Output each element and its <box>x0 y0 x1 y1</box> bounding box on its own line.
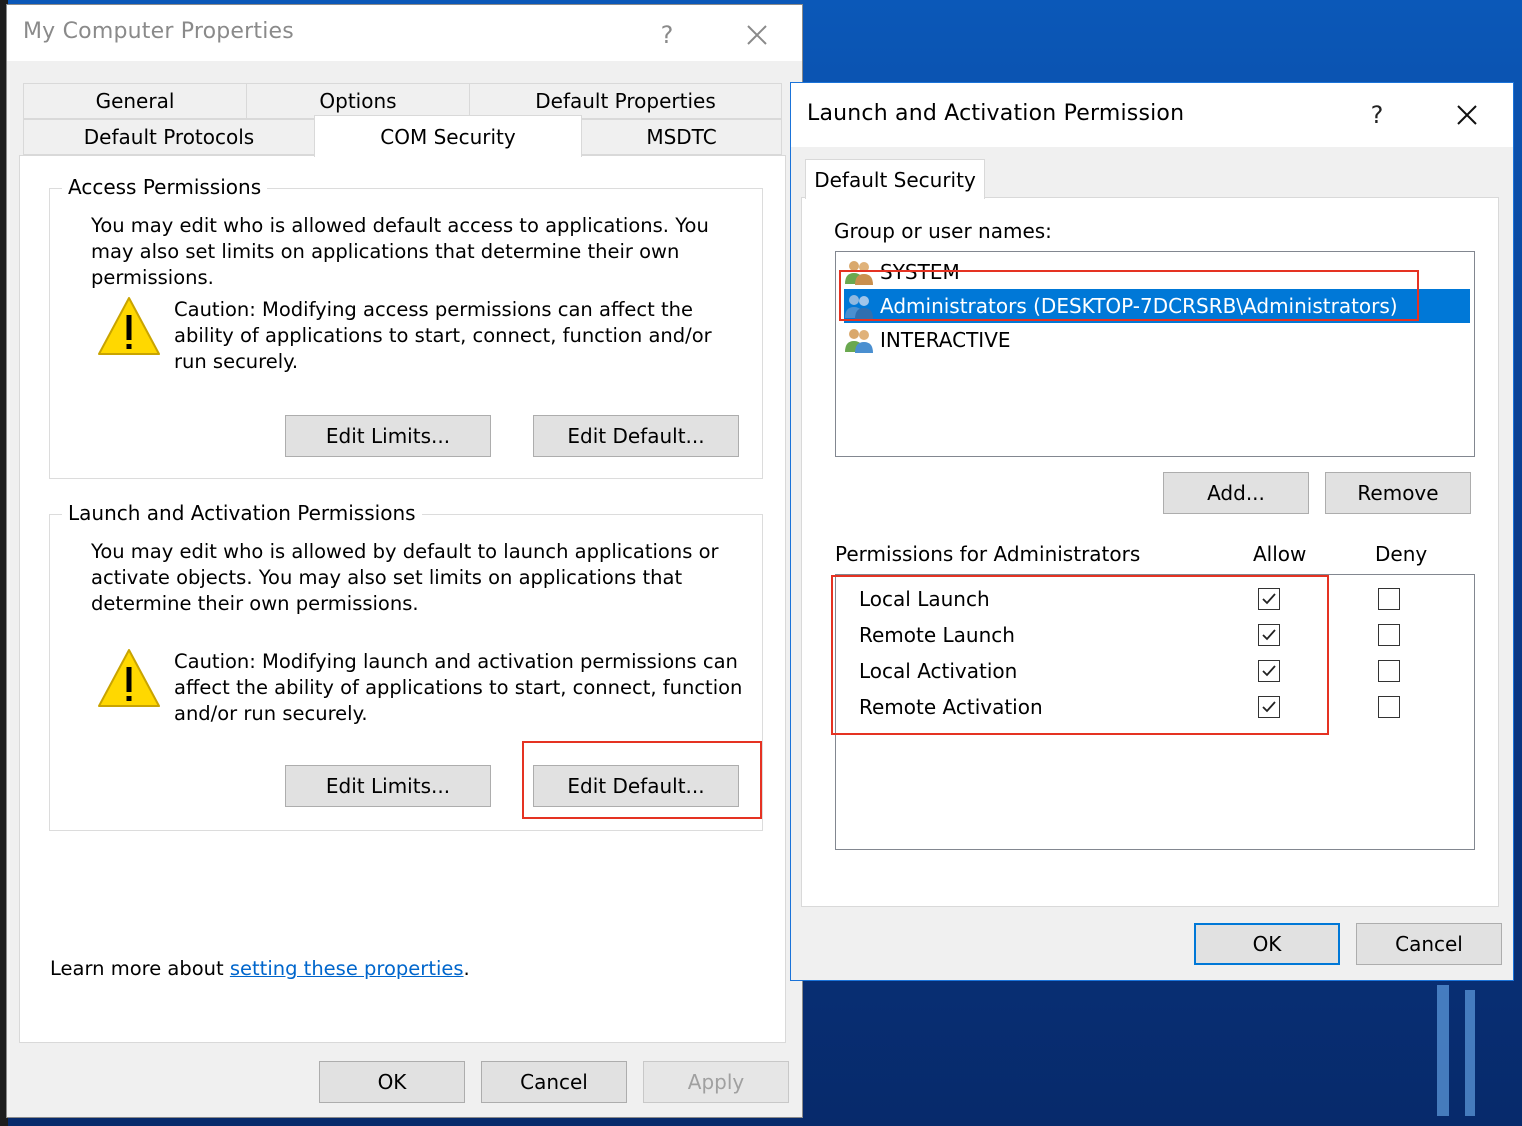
com-security-panel: Access Permissions You may edit who is a… <box>19 155 786 1043</box>
apply-button[interactable]: Apply <box>643 1061 789 1103</box>
remove-button[interactable]: Remove <box>1325 472 1471 514</box>
help-button[interactable]: ? <box>647 15 687 55</box>
deny-checkbox-remote-activation[interactable] <box>1378 696 1400 718</box>
dialog-close-button[interactable] <box>1447 95 1487 135</box>
access-permissions-title: Access Permissions <box>62 175 268 199</box>
desktop-light-ray <box>1465 990 1475 1116</box>
tab-default-security[interactable]: Default Security <box>805 159 985 199</box>
learn-more-suffix: . <box>463 957 470 980</box>
launch-edit-limits-button[interactable]: Edit Limits... <box>285 765 491 807</box>
tab-com-security[interactable]: COM Security <box>314 115 582 157</box>
cancel-button[interactable]: Cancel <box>481 1061 627 1103</box>
deny-checkbox-remote-launch[interactable] <box>1378 624 1400 646</box>
highlight-box-allow-permissions <box>831 575 1329 735</box>
list-item[interactable]: INTERACTIVE <box>844 323 1464 357</box>
tab-default-protocols[interactable]: Default Protocols <box>23 119 315 155</box>
warning-icon <box>98 297 160 355</box>
dialog-title: Launch and Activation Permission <box>807 101 1185 126</box>
desktop-light-ray <box>1437 985 1449 1116</box>
my-computer-properties-window: My Computer Properties ? General Options… <box>6 4 803 1118</box>
close-icon <box>747 25 767 45</box>
dialog-cancel-button[interactable]: Cancel <box>1356 923 1502 965</box>
tab-msdtc[interactable]: MSDTC <box>581 119 782 155</box>
launch-caution-text: Caution: Modifying launch and activation… <box>174 650 743 725</box>
add-button[interactable]: Add... <box>1163 472 1309 514</box>
deny-checkbox-local-launch[interactable] <box>1378 588 1400 610</box>
tab-general[interactable]: General <box>23 83 247 119</box>
allow-column-header: Allow <box>1253 542 1307 566</box>
user-name: INTERACTIVE <box>880 328 1011 352</box>
window-body: General Options Default Properties Defau… <box>7 61 802 1117</box>
dialog-ok-button[interactable]: OK <box>1194 923 1340 965</box>
highlight-box-edit-default <box>522 741 762 819</box>
close-icon <box>1457 105 1477 125</box>
launch-description: You may edit who is allowed by default t… <box>91 540 719 615</box>
learn-more-prefix: Learn more about <box>50 957 230 980</box>
launch-activation-title: Launch and Activation Permissions <box>62 501 422 525</box>
title-bar: My Computer Properties ? <box>7 5 802 61</box>
access-edit-limits-button[interactable]: Edit Limits... <box>285 415 491 457</box>
default-security-panel: Group or user names: SYSTEM Administrato… <box>801 197 1499 907</box>
permissions-for-label: Permissions for Administrators <box>835 542 1141 566</box>
learn-more-text: Learn more about setting these propertie… <box>50 956 750 982</box>
dialog-title-bar: Launch and Activation Permission ? <box>791 83 1513 147</box>
deny-checkbox-local-activation[interactable] <box>1378 660 1400 682</box>
setting-properties-link[interactable]: setting these properties <box>230 957 464 980</box>
tab-default-properties[interactable]: Default Properties <box>469 83 782 119</box>
window-title: My Computer Properties <box>23 19 294 44</box>
deny-column-header: Deny <box>1375 542 1428 566</box>
access-edit-default-button[interactable]: Edit Default... <box>533 415 739 457</box>
warning-icon <box>98 649 160 707</box>
tab-options[interactable]: Options <box>246 83 470 119</box>
launch-activation-permissions-group: Launch and Activation Permissions You ma… <box>49 501 763 831</box>
access-permissions-group: Access Permissions You may edit who is a… <box>49 175 763 479</box>
access-description: You may edit who is allowed default acce… <box>91 214 709 289</box>
user-group-icon <box>845 329 873 353</box>
ok-button[interactable]: OK <box>319 1061 465 1103</box>
close-button[interactable] <box>737 15 777 55</box>
highlight-box-administrators <box>839 270 1419 321</box>
group-or-user-names-label: Group or user names: <box>834 219 1052 243</box>
access-caution-text: Caution: Modifying access permissions ca… <box>174 298 712 373</box>
launch-activation-permission-dialog: Launch and Activation Permission ? Defau… <box>790 82 1514 981</box>
dialog-help-button[interactable]: ? <box>1357 95 1397 135</box>
